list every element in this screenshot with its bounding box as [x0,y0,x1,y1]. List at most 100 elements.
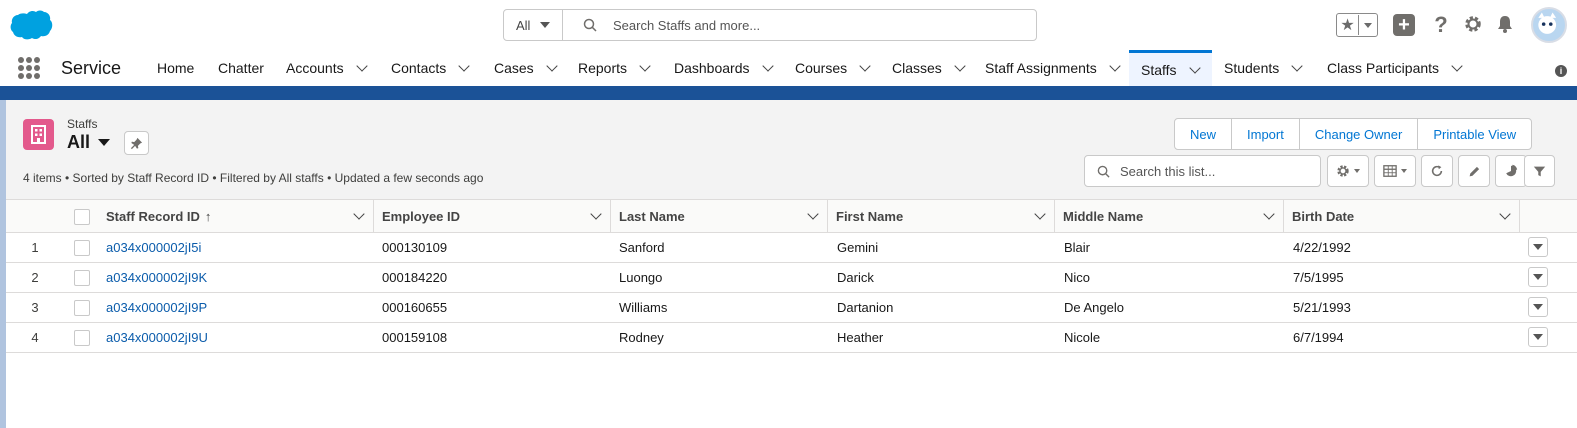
chevron-down-icon[interactable] [859,60,871,72]
chevron-down-icon[interactable] [807,208,819,220]
column-header-last-name[interactable]: Last Name [611,200,828,233]
new-button[interactable]: New [1175,119,1231,149]
row-actions-button[interactable] [1528,237,1548,257]
first-name-cell: Gemini [837,240,879,255]
star-icon[interactable]: ★ [1337,15,1359,35]
nav-item-staff-assignments[interactable]: Staff Assignments [985,50,1121,86]
plus-icon[interactable]: + [1393,14,1415,36]
avatar[interactable] [1531,7,1567,43]
middle-name-cell: Blair [1064,240,1091,255]
pencil-icon [1469,166,1479,176]
row-checkbox[interactable] [74,239,90,256]
chevron-down-icon[interactable] [546,60,558,72]
salesforce-logo[interactable] [9,9,53,41]
nav-item-students[interactable]: Students [1224,50,1303,86]
help-icon[interactable]: ? [1431,12,1451,38]
app-launcher-icon[interactable] [18,57,40,79]
search-scope-dropdown[interactable]: All [504,10,563,40]
column-header-first-name[interactable]: First Name [828,200,1055,233]
nav-item-cases[interactable]: Cases [494,50,558,86]
chevron-down-icon[interactable] [98,139,111,146]
chevron-down-icon [1533,244,1543,250]
row-number: 4 [31,330,39,345]
column-header-birth-date[interactable]: Birth Date [1284,200,1520,233]
column-header-staff-record-id[interactable]: Staff Record ID ↑ [98,200,374,233]
chevron-down-icon[interactable] [1499,208,1511,220]
nav-item-dashboards[interactable]: Dashboards [674,50,774,86]
row-actions-button[interactable] [1528,267,1548,287]
row-checkbox[interactable] [74,329,90,346]
column-label: Birth Date [1292,209,1355,224]
gear-icon[interactable] [1463,14,1483,34]
row-number: 3 [31,300,39,315]
change-owner-button[interactable]: Change Owner [1298,119,1417,149]
nav-item-staffs[interactable]: Staffs [1129,50,1212,86]
pin-icon[interactable] [124,131,149,155]
refresh-icon [1431,165,1443,177]
favorites-dropdown[interactable] [1359,22,1377,28]
nav-item-chatter[interactable]: Chatter [218,50,264,86]
display-as-button[interactable] [1374,155,1416,187]
nav-item-accounts[interactable]: Accounts [286,50,368,86]
column-header-middle-name[interactable]: Middle Name [1055,200,1284,233]
chevron-down-icon[interactable] [458,60,470,72]
row-actions-button[interactable] [1528,327,1548,347]
import-button[interactable]: Import [1231,119,1299,149]
global-search: All [503,9,1037,41]
chevron-down-icon[interactable] [590,208,602,220]
chevron-down-icon[interactable] [353,208,365,220]
nav-item-label: Dashboards [674,60,750,76]
nav-item-label: Students [1224,60,1280,76]
table-row: 1 a034x000002jI5i 000130109 Sanford Gemi… [6,233,1577,263]
staff-record-link[interactable]: a034x000002jI9P [106,293,207,322]
row-actions-button[interactable] [1528,297,1548,317]
chevron-down-icon[interactable] [1188,61,1201,74]
chevron-down-icon[interactable] [1109,60,1121,72]
list-view-name: All [67,132,91,152]
chevron-down-icon[interactable] [1034,208,1046,220]
last-name-cell: Rodney [619,330,664,345]
table-row: 3 a034x000002jI9P 000160655 Williams Dar… [6,293,1577,323]
nav-item-home[interactable]: Home [157,50,194,86]
nav-item-class-participants[interactable]: Class Participants [1327,50,1463,86]
chevron-down-icon[interactable] [639,60,651,72]
staff-record-link[interactable]: a034x000002jI5i [106,233,201,262]
info-icon[interactable]: i [1555,65,1567,77]
filter-button[interactable] [1524,155,1555,187]
nav-item-courses[interactable]: Courses [795,50,871,86]
row-checkbox-cell [74,263,90,292]
chevron-down-icon[interactable] [954,60,966,72]
charts-button[interactable] [1495,155,1527,187]
list-settings-button[interactable] [1327,155,1369,187]
staff-record-link[interactable]: a034x000002jI9U [106,323,208,352]
nav-item-label: Class Participants [1327,60,1440,76]
global-search-input[interactable] [613,17,993,33]
nav-item-reports[interactable]: Reports [578,50,651,86]
select-all-checkbox[interactable] [74,208,90,225]
column-header-employee-id[interactable]: Employee ID [374,200,611,233]
chevron-down-icon[interactable] [761,60,774,72]
chevron-down-icon[interactable] [1291,60,1303,72]
row-checkbox[interactable] [74,299,90,316]
employee-id-cell: 000130109 [382,240,448,255]
chevron-down-icon[interactable] [355,60,368,72]
printable-view-button[interactable]: Printable View [1417,119,1531,149]
list-search-input[interactable] [1120,163,1310,179]
row-number: 1 [31,240,39,255]
list-view-meta: 4 items • Sorted by Staff Record ID • Fi… [23,171,484,185]
chevron-down-icon[interactable] [1451,60,1463,72]
column-label: Staff Record ID [106,209,200,224]
staff-record-link[interactable]: a034x000002jI9K [106,263,207,292]
chevron-down-icon[interactable] [1263,208,1275,220]
nav-item-contacts[interactable]: Contacts [391,50,470,86]
nav-item-label: Home [157,60,195,76]
refresh-button[interactable] [1421,155,1453,187]
list-actions: New Import Change Owner Printable View [1174,118,1533,150]
row-checkbox[interactable] [74,269,90,286]
favorites-button[interactable]: ★ [1336,13,1378,37]
bell-icon[interactable] [1495,14,1515,34]
table-header: Staff Record ID ↑ Employee ID Last Name … [6,200,1577,233]
list-view-selector[interactable]: All [67,132,111,153]
inline-edit-button[interactable] [1458,155,1490,187]
nav-item-classes[interactable]: Classes [892,50,966,86]
